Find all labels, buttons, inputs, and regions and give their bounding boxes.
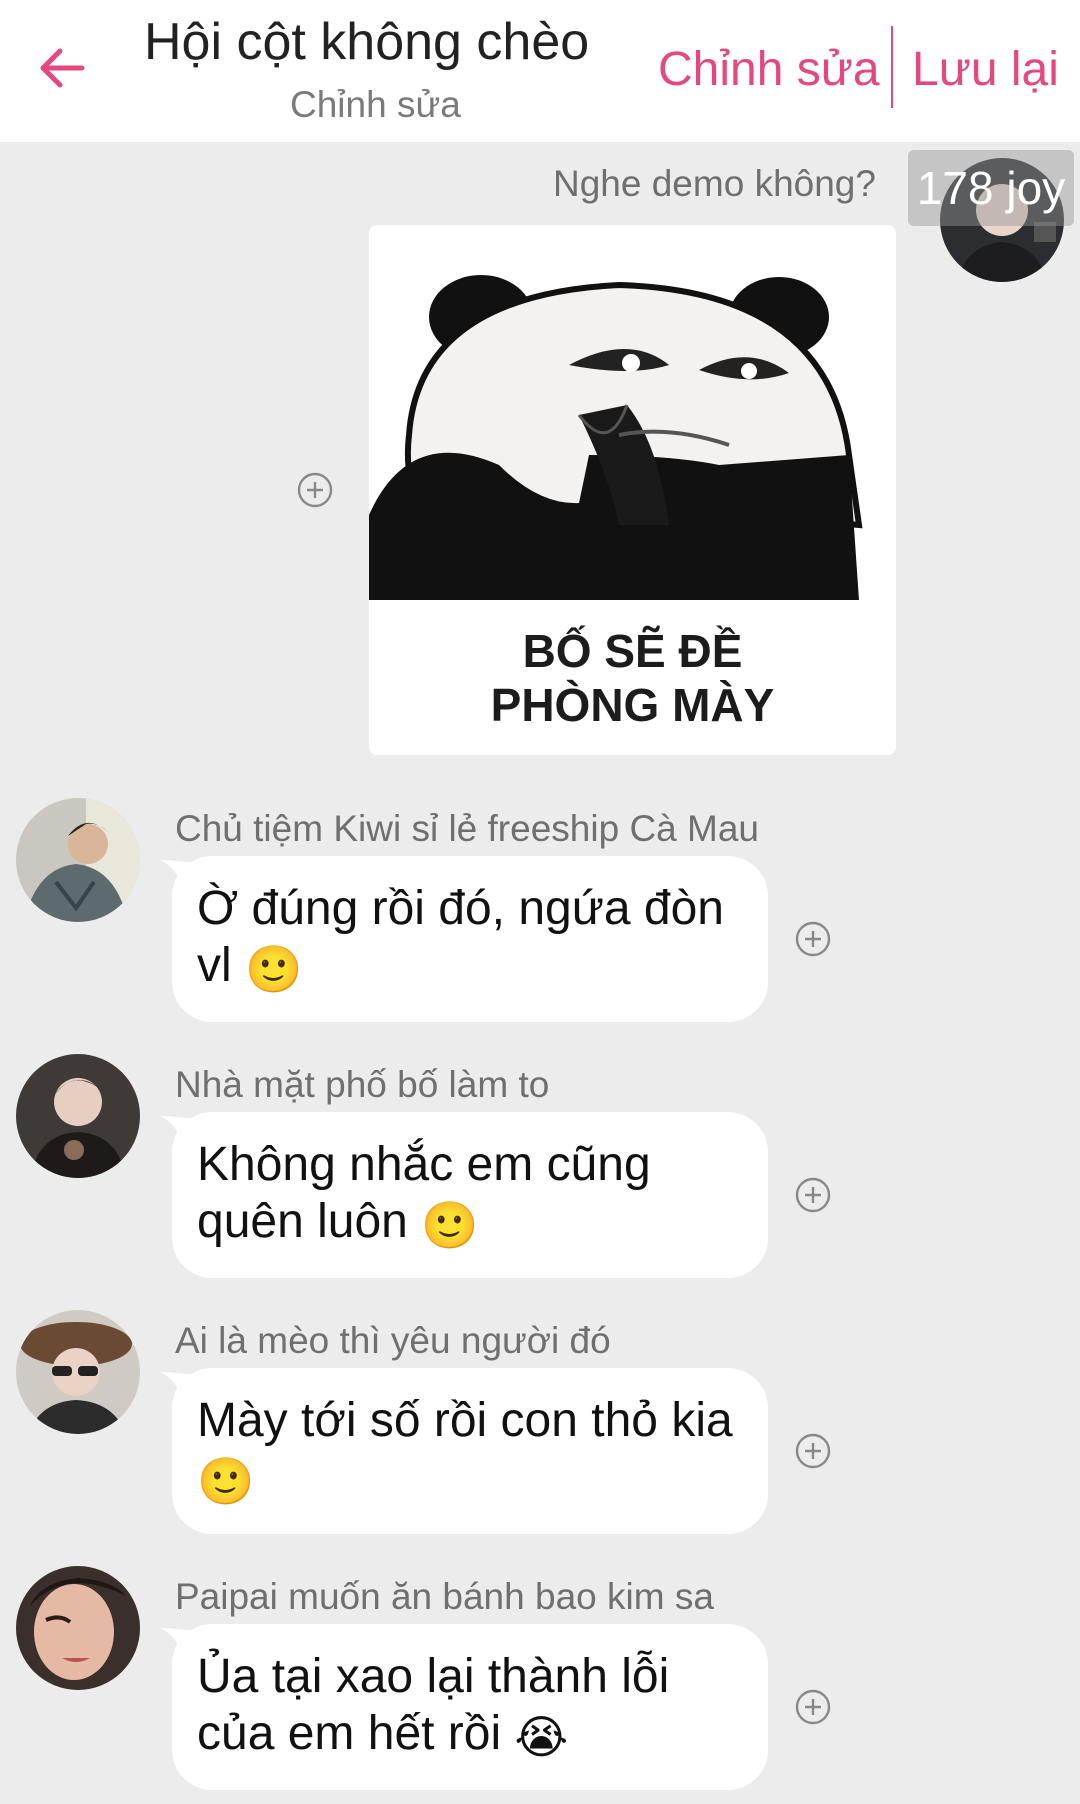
message-sender-name: Paipai muốn ăn bánh bao kim sa: [175, 1576, 714, 1617]
message-text-line-1: Không nhắc em cũng: [197, 1138, 651, 1191]
add-reaction-button[interactable]: [795, 1433, 831, 1469]
avatar[interactable]: [16, 1566, 140, 1690]
slightly-smiling-emoji: 🙂: [245, 942, 303, 996]
add-reaction-button[interactable]: [795, 1689, 831, 1725]
message-text-line-2: của em hết rồi 😭: [197, 1707, 569, 1764]
plus-circle-icon: [795, 1433, 831, 1469]
message-bubble[interactable]: Ờ đúng rồi đó, ngứa đòn vl 🙂: [172, 856, 768, 1022]
message-text-line-2: vl 🙂: [197, 939, 303, 996]
avatar[interactable]: [16, 1310, 140, 1434]
top-bar: Hội cột không chèo Chỉnh sửa Chỉnh sửa L…: [0, 0, 1080, 142]
message-text-line-2: quên luôn 🙂: [197, 1195, 479, 1252]
plus-circle-icon: [795, 1689, 831, 1725]
message-sender-name: Ai là mèo thì yêu người đó: [175, 1320, 611, 1361]
avatar-photo: [16, 1566, 140, 1690]
add-reaction-button[interactable]: [795, 1177, 831, 1213]
back-button[interactable]: [34, 40, 90, 96]
message-text-line-1: Ủa tại xao lại thành lỗi: [197, 1650, 670, 1703]
joy-badge: 178 joy: [908, 150, 1074, 226]
plus-circle-icon: [297, 472, 333, 508]
message-text-line-1: Ờ đúng rồi đó, ngứa đòn: [197, 882, 724, 935]
header-divider: [891, 26, 893, 108]
avatar[interactable]: [16, 1054, 140, 1178]
message-sender-name: Nhà mặt phố bố làm to: [175, 1064, 550, 1105]
save-button[interactable]: Lưu lại: [912, 42, 1059, 97]
slightly-smiling-emoji: 🙂: [197, 1454, 255, 1508]
message-text-line-2: 🙂: [197, 1449, 744, 1506]
message-bubble[interactable]: Không nhắc em cũng quên luôn 🙂: [172, 1112, 768, 1278]
arrow-left-icon: [40, 48, 85, 88]
image-message[interactable]: BỐ SẼ ĐỀ PHÒNG MÀY: [369, 225, 896, 755]
message-bubble[interactable]: Ủa tại xao lại thành lỗi của em hết rồi …: [172, 1624, 768, 1790]
image-caption-line-2: PHÒNG MÀY: [490, 679, 775, 731]
add-reaction-button[interactable]: [297, 472, 333, 508]
message-sender-name: Chủ tiệm Kiwi sỉ lẻ freeship Cà Mau: [175, 808, 759, 849]
page-title: Hội cột không chèo: [144, 13, 590, 71]
message-bubble[interactable]: Mày tới số rồi con thỏ kia 🙂: [172, 1368, 768, 1534]
loudly-crying-emoji: 😭: [514, 1710, 569, 1764]
avatar-photo: [16, 798, 140, 922]
plus-circle-icon: [795, 1177, 831, 1213]
plus-circle-icon: [795, 921, 831, 957]
image-caption-line-1: BỐ SẼ ĐỀ: [522, 625, 743, 677]
avatar-photo: [16, 1054, 140, 1178]
page-subtitle: Chỉnh sửa: [290, 84, 461, 125]
avatar-photo: [16, 1310, 140, 1434]
add-reaction-button[interactable]: [795, 921, 831, 957]
message-sender-name: Nghe demo không?: [553, 163, 876, 204]
panda-meme-image: [369, 225, 896, 605]
message-text-line-1: Mày tới số rồi con thỏ kia: [197, 1394, 733, 1447]
avatar[interactable]: [16, 798, 140, 922]
edit-button[interactable]: Chỉnh sửa: [658, 42, 880, 97]
slightly-smiling-emoji: 🙂: [421, 1198, 479, 1252]
